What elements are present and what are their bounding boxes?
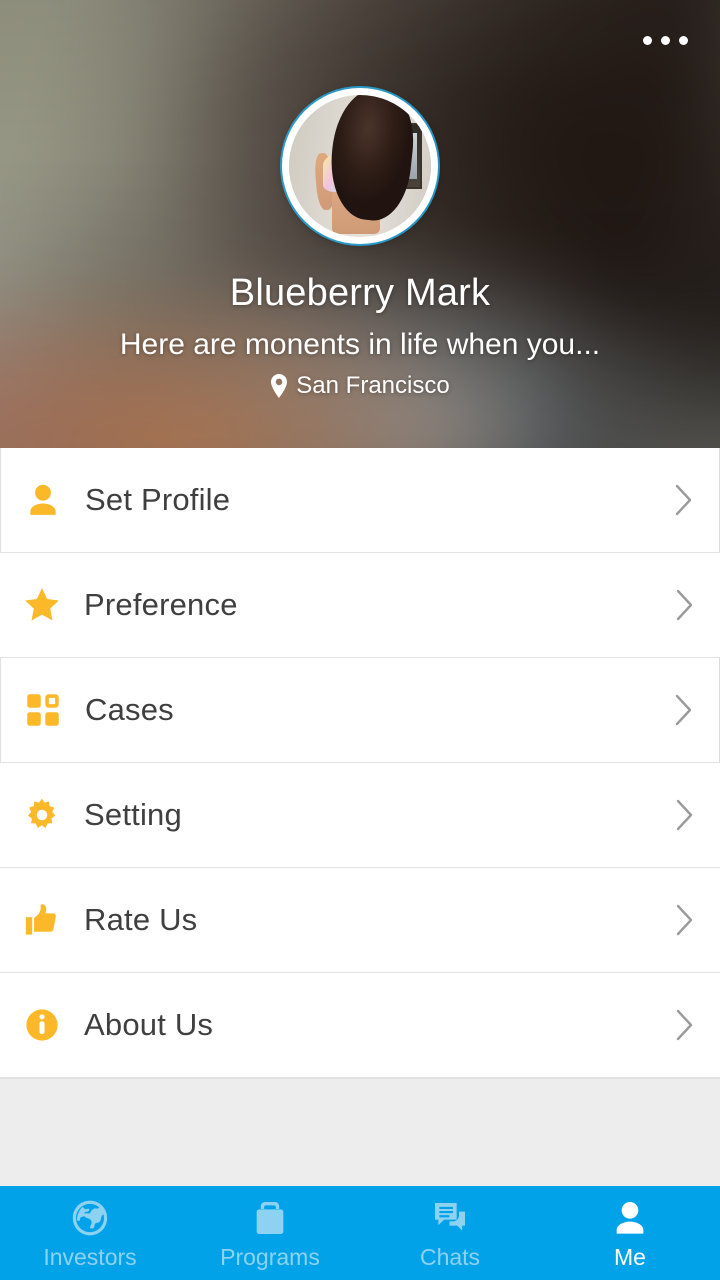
chat-icon — [430, 1196, 470, 1238]
settings-menu-list: Set Profile Preference Cases Setting Rat… — [0, 448, 720, 1078]
menu-item-set-profile[interactable]: Set Profile — [0, 448, 720, 553]
more-options-button[interactable] — [639, 30, 692, 51]
tab-label: Investors — [43, 1243, 137, 1270]
chevron-right-icon — [649, 693, 719, 727]
info-icon — [0, 1007, 84, 1043]
profile-bio: Here are monents in life when you... — [119, 328, 601, 361]
profile-screen: Blueberry Mark Here are monents in life … — [0, 0, 720, 1280]
menu-item-about-us[interactable]: About Us — [0, 973, 720, 1078]
menu-item-label: Rate Us — [84, 902, 198, 937]
page-title: Blueberry Mark — [229, 272, 491, 314]
more-dot-icon — [661, 36, 670, 45]
star-icon — [0, 585, 84, 625]
menu-item-label: Cases — [85, 692, 174, 727]
profile-location-label: San Francisco — [296, 372, 450, 399]
chevron-right-icon — [650, 1008, 720, 1042]
menu-item-label: Preference — [84, 587, 238, 622]
empty-space — [0, 1078, 720, 1186]
person-icon — [610, 1196, 650, 1238]
bottom-tab-bar: Investors Programs Chats Me — [0, 1186, 720, 1280]
profile-header: Blueberry Mark Here are monents in life … — [0, 0, 720, 448]
chevron-right-icon — [650, 903, 720, 937]
more-dot-icon — [679, 36, 688, 45]
menu-item-cases[interactable]: Cases — [0, 658, 720, 763]
profile-location: San Francisco — [0, 372, 720, 400]
gear-icon — [0, 796, 84, 834]
briefcase-icon — [250, 1196, 290, 1238]
chevron-right-icon — [649, 483, 719, 517]
globe-icon — [70, 1196, 110, 1238]
more-dot-icon — [643, 36, 652, 45]
menu-item-preference[interactable]: Preference — [0, 553, 720, 658]
tab-label: Me — [614, 1243, 646, 1270]
menu-item-label: Setting — [84, 797, 182, 832]
menu-item-rate-us[interactable]: Rate Us — [0, 868, 720, 973]
thumbs-up-icon — [0, 901, 84, 939]
tab-me[interactable]: Me — [540, 1186, 720, 1280]
chevron-right-icon — [650, 798, 720, 832]
avatar-image — [289, 95, 431, 237]
profile-avatar[interactable] — [282, 88, 438, 244]
menu-item-setting[interactable]: Setting — [0, 763, 720, 868]
menu-item-label: Set Profile — [85, 482, 231, 517]
tab-label: Chats — [419, 1243, 481, 1270]
tab-label: Programs — [220, 1243, 320, 1270]
tab-programs[interactable]: Programs — [180, 1186, 360, 1280]
menu-item-label: About Us — [84, 1007, 214, 1042]
chevron-right-icon — [650, 588, 720, 622]
tab-investors[interactable]: Investors — [0, 1186, 180, 1280]
grid-icon — [1, 692, 85, 728]
person-icon — [1, 481, 85, 519]
map-pin-icon — [270, 374, 288, 398]
tab-chats[interactable]: Chats — [360, 1186, 540, 1280]
